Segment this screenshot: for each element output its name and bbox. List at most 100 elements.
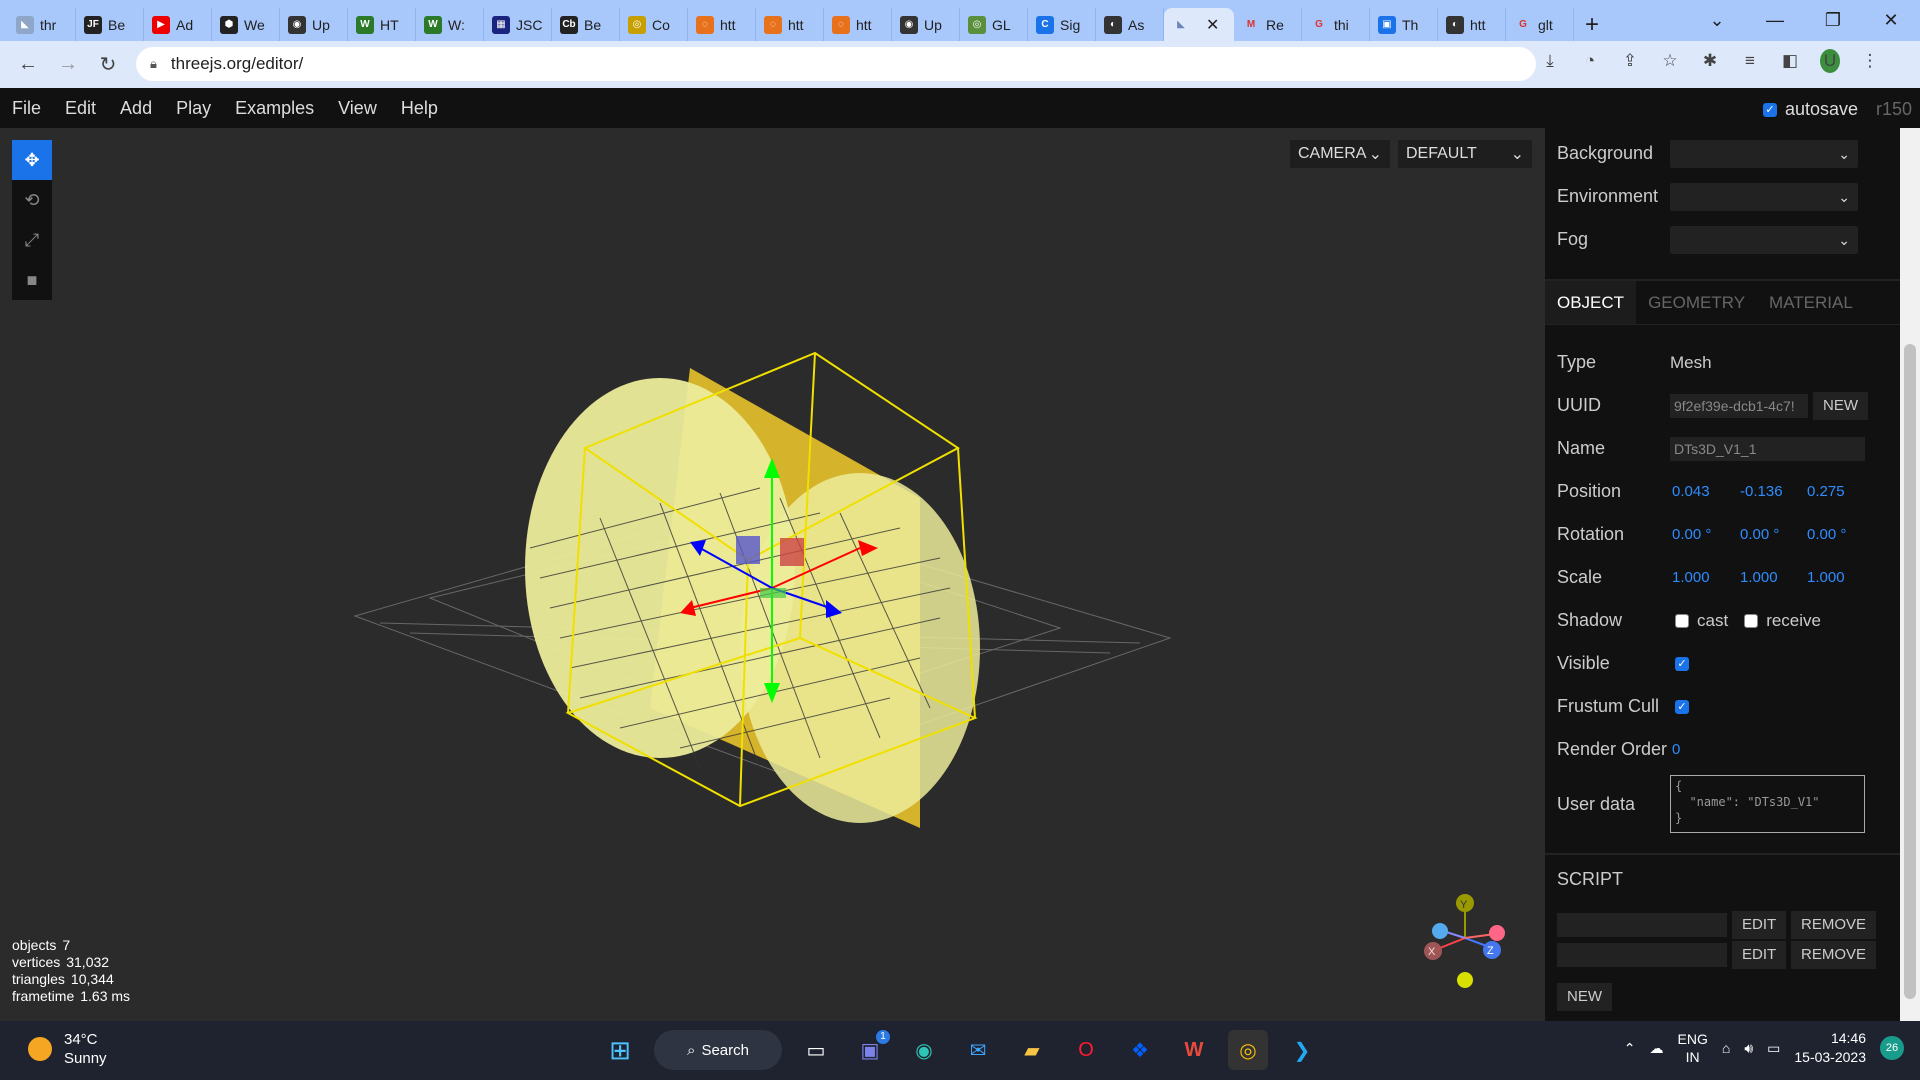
script-edit-button-2[interactable]: EDIT bbox=[1732, 941, 1787, 969]
menu-edit[interactable]: Edit bbox=[53, 98, 108, 119]
scrollbar-thumb[interactable] bbox=[1904, 344, 1916, 999]
chat-icon[interactable]: ▣ 1 bbox=[850, 1030, 890, 1070]
scale-x[interactable]: 1.000 bbox=[1672, 569, 1710, 586]
browser-tab[interactable]: ⬢ We bbox=[212, 8, 280, 41]
wps-office-icon[interactable]: W bbox=[1174, 1030, 1214, 1070]
bookmark-star-icon[interactable]: ☆ bbox=[1660, 51, 1680, 71]
fog-select[interactable]: ⌄ bbox=[1670, 225, 1858, 254]
browser-tab[interactable]: ▣ Th bbox=[1370, 8, 1438, 41]
menu-help[interactable]: Help bbox=[389, 98, 450, 119]
receive-shadow-checkbox[interactable] bbox=[1744, 613, 1759, 628]
browser-tab[interactable]: M Re bbox=[1234, 8, 1302, 41]
script-remove-button-1[interactable]: REMOVE bbox=[1791, 911, 1877, 939]
reload-button[interactable]: ↻ bbox=[88, 52, 128, 77]
frustum-cull-checkbox[interactable]: ✓ bbox=[1675, 699, 1689, 714]
rotation-z[interactable]: 0.00 ° bbox=[1807, 526, 1846, 543]
battery-icon[interactable]: ▭ bbox=[1767, 1040, 1780, 1057]
tray-overflow-icon[interactable]: ⌃ bbox=[1624, 1040, 1636, 1057]
clock[interactable]: 14:46 15-03-2023 bbox=[1794, 1029, 1866, 1067]
position-x[interactable]: 0.043 bbox=[1672, 483, 1710, 500]
browser-tab[interactable]: W W: bbox=[416, 8, 484, 41]
menu-view[interactable]: View bbox=[326, 98, 389, 119]
scale-tool-icon[interactable]: ⤢ bbox=[12, 220, 52, 260]
url-bar[interactable]: 🔒︎ threejs.org/editor/ bbox=[136, 47, 1536, 81]
script-remove-button-2[interactable]: REMOVE bbox=[1791, 941, 1877, 969]
maximize-button[interactable]: ❐ bbox=[1804, 10, 1862, 31]
tab-close-icon[interactable]: ✕ bbox=[1206, 15, 1219, 35]
chrome-icon[interactable]: ◎ bbox=[1228, 1030, 1268, 1070]
back-button[interactable]: ← bbox=[8, 53, 48, 76]
menu-add[interactable]: Add bbox=[108, 98, 164, 119]
name-input[interactable]: DTs3D_V1_1 bbox=[1670, 436, 1865, 461]
local-space-toggle-icon[interactable]: ■ bbox=[12, 260, 52, 300]
browser-tab[interactable]: C Sig bbox=[1028, 8, 1096, 41]
browser-tab-active[interactable]: ◣ ✕ bbox=[1164, 8, 1234, 41]
camera-select[interactable]: CAMERA ⌄ bbox=[1290, 140, 1390, 168]
rotate-tool-icon[interactable]: ⟲ bbox=[12, 180, 52, 220]
browser-tab[interactable]: ◐ As bbox=[1096, 8, 1164, 41]
browser-tab[interactable]: Cb Be bbox=[552, 8, 620, 41]
browser-tab[interactable]: JF Be bbox=[76, 8, 144, 41]
browser-tab[interactable]: ◐ htt bbox=[1438, 8, 1506, 41]
tab-object[interactable]: OBJECT bbox=[1545, 281, 1637, 324]
cast-shadow-checkbox[interactable] bbox=[1675, 613, 1689, 628]
script-name-input-1[interactable] bbox=[1557, 913, 1727, 937]
file-explorer-icon[interactable]: ▰ bbox=[1012, 1030, 1052, 1070]
dropbox-icon[interactable]: ❖ bbox=[1120, 1030, 1160, 1070]
menu-file[interactable]: File bbox=[0, 98, 53, 119]
task-view-icon[interactable]: ▭ bbox=[796, 1030, 836, 1070]
start-menu-icon[interactable]: ⊞ bbox=[600, 1030, 640, 1070]
script-edit-button-1[interactable]: EDIT bbox=[1732, 911, 1787, 939]
visible-checkbox[interactable]: ✓ bbox=[1675, 656, 1689, 671]
language-label[interactable]: ENG bbox=[1678, 1030, 1708, 1048]
install-app-icon[interactable]: ⤓ bbox=[1540, 51, 1560, 71]
performance-icon[interactable]: ◔ bbox=[1580, 51, 1600, 71]
close-window-button[interactable]: ✕ bbox=[1862, 10, 1920, 31]
sidebar-scrollbar[interactable] bbox=[1900, 128, 1920, 1021]
profile-avatar[interactable]: U bbox=[1820, 49, 1840, 73]
autosave-toggle[interactable]: ✓ autosave bbox=[1762, 99, 1858, 120]
share-icon[interactable]: ⇪ bbox=[1620, 51, 1640, 71]
browser-tab[interactable]: W HT bbox=[348, 8, 416, 41]
uuid-new-button[interactable]: NEW bbox=[1813, 391, 1868, 420]
browser-tab[interactable]: ◌ htt bbox=[688, 8, 756, 41]
tab-geometry[interactable]: GEOMETRY bbox=[1636, 281, 1757, 324]
browser-tab[interactable]: ◉ Up bbox=[280, 8, 348, 41]
browser-tab[interactable]: ◉ Up bbox=[892, 8, 960, 41]
script-name-input-2[interactable] bbox=[1557, 943, 1727, 967]
shading-select[interactable]: DEFAULT ⌄ bbox=[1398, 140, 1532, 168]
opera-icon[interactable]: O bbox=[1066, 1030, 1106, 1070]
position-z[interactable]: 0.275 bbox=[1807, 483, 1845, 500]
notification-badge[interactable]: 26 bbox=[1880, 1036, 1904, 1060]
browser-tab[interactable]: ▦ JSC bbox=[484, 8, 552, 41]
edge-browser-icon[interactable]: ◉ bbox=[904, 1030, 944, 1070]
mail-icon[interactable]: ✉ bbox=[958, 1030, 998, 1070]
browser-tab[interactable]: ◌ htt bbox=[756, 8, 824, 41]
browser-tab[interactable]: ◎ Co bbox=[620, 8, 688, 41]
media-control-icon[interactable]: ≡ bbox=[1740, 51, 1760, 71]
menu-examples[interactable]: Examples bbox=[223, 98, 326, 119]
environment-select[interactable]: ⌄ bbox=[1670, 182, 1858, 211]
render-order-value[interactable]: 0 bbox=[1672, 741, 1680, 758]
extensions-icon[interactable]: ✱ bbox=[1700, 51, 1720, 71]
region-label[interactable]: IN bbox=[1678, 1048, 1708, 1066]
browser-menu-icon[interactable]: ⋮ bbox=[1860, 51, 1880, 71]
browser-tab[interactable]: ◎ GL bbox=[960, 8, 1028, 41]
browser-tab[interactable]: ◣ thr bbox=[8, 8, 76, 41]
scale-z[interactable]: 1.000 bbox=[1807, 569, 1845, 586]
scale-y[interactable]: 1.000 bbox=[1740, 569, 1778, 586]
script-new-button[interactable]: NEW bbox=[1557, 983, 1612, 1011]
volume-icon[interactable]: 🔊︎ bbox=[1744, 1040, 1753, 1057]
tab-search-icon[interactable]: ⌄ bbox=[1688, 10, 1746, 31]
forward-button[interactable]: → bbox=[48, 53, 88, 76]
background-select[interactable]: ⌄ bbox=[1670, 139, 1858, 168]
new-tab-button[interactable]: + bbox=[1574, 8, 1610, 41]
weather-widget[interactable]: 34°C Sunny bbox=[28, 1030, 107, 1068]
rotation-x[interactable]: 0.00 ° bbox=[1672, 526, 1711, 543]
browser-tab[interactable]: Gglt bbox=[1506, 8, 1574, 41]
wifi-icon[interactable]: ⌂ bbox=[1722, 1040, 1730, 1056]
side-panel-icon[interactable]: ◧ bbox=[1780, 51, 1800, 71]
lock-icon[interactable]: 🔒︎ bbox=[150, 56, 157, 72]
viewport[interactable]: Y X Z ✥ ⟲ ⤢ ■ CAMERA ⌄ DEFAULT ⌄ objects… bbox=[0, 128, 1545, 1021]
network-error-icon[interactable]: ☁ bbox=[1650, 1040, 1664, 1057]
